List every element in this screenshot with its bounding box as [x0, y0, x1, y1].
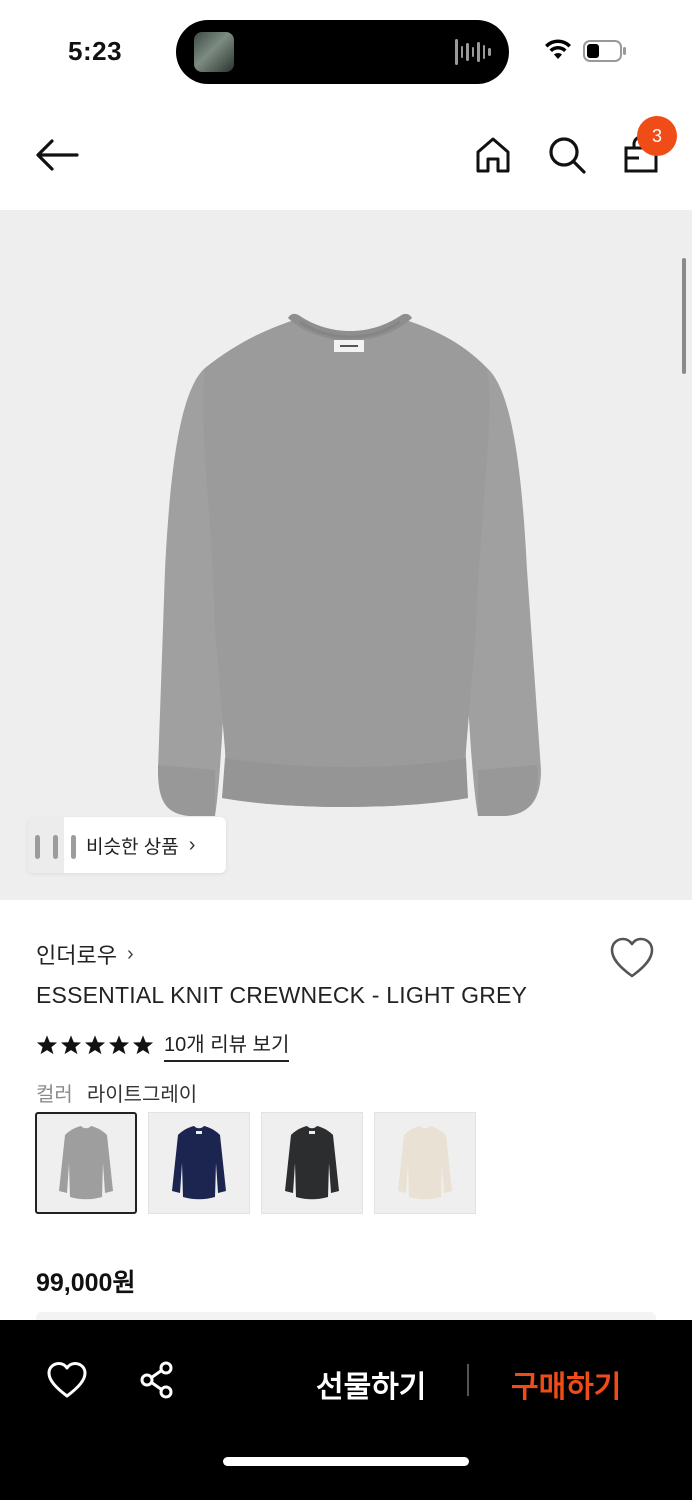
status-bar: 5:23: [0, 0, 692, 100]
top-navigation: [0, 100, 692, 210]
status-time: 5:23: [68, 36, 123, 66]
bottom-action-bar: 선물하기 구매하기: [0, 1320, 692, 1500]
heart-icon: [47, 1362, 87, 1398]
battery-icon: [583, 40, 626, 62]
search-button[interactable]: [542, 130, 592, 180]
chevron-right-icon: ›: [188, 833, 196, 856]
share-button[interactable]: [137, 1360, 177, 1400]
similar-products-button[interactable]: 비슷한 상품 ›: [28, 817, 226, 873]
color-label: 컬러: [36, 1084, 73, 1106]
sweater-thumbnail: [59, 1126, 113, 1200]
star-icon: [108, 1035, 130, 1055]
swatch-navy[interactable]: [148, 1112, 250, 1214]
cart-count-badge: 3: [637, 116, 677, 156]
share-icon: [140, 1361, 173, 1399]
swatch-charcoal[interactable]: [261, 1112, 363, 1214]
product-price: 99,000원: [36, 1269, 136, 1297]
sweater-thumbnail: [398, 1126, 452, 1200]
gift-button[interactable]: 선물하기: [316, 1362, 426, 1406]
sweater-thumbnail: [172, 1126, 226, 1200]
chevron-right-icon: ›: [126, 942, 134, 965]
product-title: ESSENTIAL KNIT CREWNECK - LIGHT GREY: [36, 982, 528, 1008]
color-swatches: [35, 1112, 476, 1214]
divider: [467, 1364, 469, 1396]
star-icon: [84, 1035, 106, 1055]
color-value: 라이트그레이: [86, 1084, 198, 1106]
brand-name: 인더로우: [36, 943, 117, 968]
brand-link[interactable]: 인더로우 ›: [36, 938, 134, 970]
product-image[interactable]: 비슷한 상품 ›: [0, 210, 692, 900]
home-button[interactable]: [468, 130, 518, 180]
similar-products-thumbnails: [28, 817, 88, 873]
buy-button[interactable]: 구매하기: [511, 1362, 621, 1406]
star-icon: [60, 1035, 82, 1055]
now-playing-artwork: [194, 32, 234, 72]
dynamic-island[interactable]: [176, 20, 509, 84]
search-icon: [549, 137, 586, 174]
color-row: 컬러 라이트그레이: [36, 1078, 197, 1107]
wishlist-button[interactable]: [608, 936, 656, 980]
similar-products-label: 비슷한 상품: [86, 836, 179, 858]
back-button[interactable]: [32, 130, 82, 180]
star-icon: [132, 1035, 154, 1055]
arrow-left-icon: [36, 139, 79, 171]
heart-icon: [610, 937, 654, 978]
home-indicator: [223, 1457, 469, 1466]
audio-waveform-icon: [455, 38, 492, 66]
home-icon: [476, 137, 510, 173]
swatch-light-grey[interactable]: [35, 1112, 137, 1214]
star-icon: [36, 1035, 58, 1055]
sweater-illustration: [158, 313, 541, 816]
rating-row: 10개 리뷰 보기: [36, 1028, 290, 1062]
bottom-wishlist-button[interactable]: [46, 1360, 88, 1400]
star-rating: [36, 1034, 154, 1056]
wifi-icon: [545, 39, 571, 59]
swatch-ivory[interactable]: [374, 1112, 476, 1214]
view-reviews-link[interactable]: 10개 리뷰 보기: [164, 1028, 290, 1062]
sweater-thumbnail: [285, 1126, 339, 1200]
image-scroll-indicator: [682, 258, 686, 374]
